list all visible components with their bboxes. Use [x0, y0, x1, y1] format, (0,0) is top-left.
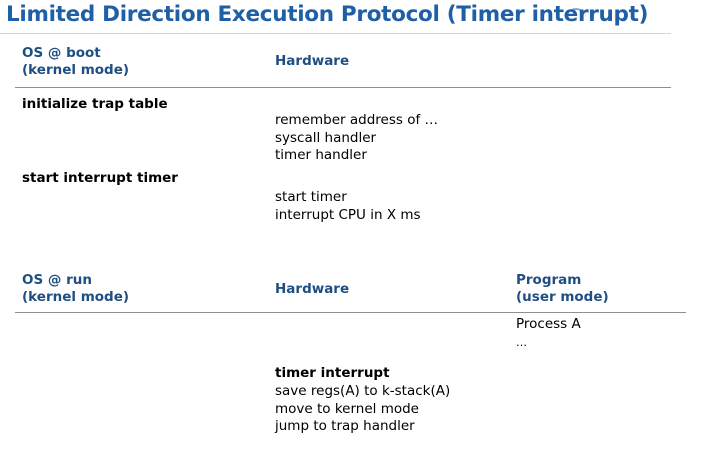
os-run-header-line1: OS @ run	[22, 272, 92, 288]
os-boot-header-line1: OS @ boot	[22, 45, 101, 61]
interrupt-line-1: save regs(A) to k-stack(A)	[275, 383, 451, 399]
process-a: Process A	[516, 316, 581, 332]
timer-interrupt: timer interrupt	[275, 365, 390, 381]
boot-hardware-header: Hardware	[275, 53, 350, 69]
start-timer-line-2: interrupt CPU in X ms	[275, 206, 421, 223]
program-header-line1: Program	[516, 272, 582, 288]
remember-line-3: timer handler	[275, 147, 367, 163]
boot-header-rule	[15, 87, 671, 88]
title-underline	[0, 33, 671, 34]
remember-line-1: remember address of …	[275, 112, 439, 128]
os-boot-header-line2: (kernel mode)	[22, 62, 130, 78]
start-timer-line-1: start timer	[275, 189, 347, 205]
process-a-ellipsis: …	[516, 336, 527, 349]
os-run-header: OS @ run (kernel mode)	[22, 272, 129, 306]
remember-address-block: remember address of … syscall handler ti…	[275, 112, 438, 165]
run-hardware-header: Hardware	[275, 281, 350, 297]
run-header-rule	[15, 312, 686, 313]
os-run-header-line2: (kernel mode)	[22, 289, 130, 305]
interrupt-line-3: jump to trap handler	[275, 418, 415, 434]
start-interrupt-timer: start interrupt timer	[22, 170, 178, 186]
start-timer-block: start timer interrupt CPU in X ms	[275, 189, 421, 224]
page-title: Limited Direction Execution Protocol (Ti…	[6, 2, 649, 27]
program-header-line2: (user mode)	[516, 289, 609, 305]
init-trap-table: initialize trap table	[22, 96, 168, 112]
remember-line-2: syscall handler	[275, 129, 377, 146]
os-boot-header: OS @ boot (kernel mode)	[22, 45, 129, 79]
interrupt-actions-block: save regs(A) to k-stack(A) move to kerne…	[275, 383, 450, 436]
interrupt-line-2: move to kernel mode	[275, 400, 419, 417]
program-header: Program (user mode)	[516, 272, 609, 306]
